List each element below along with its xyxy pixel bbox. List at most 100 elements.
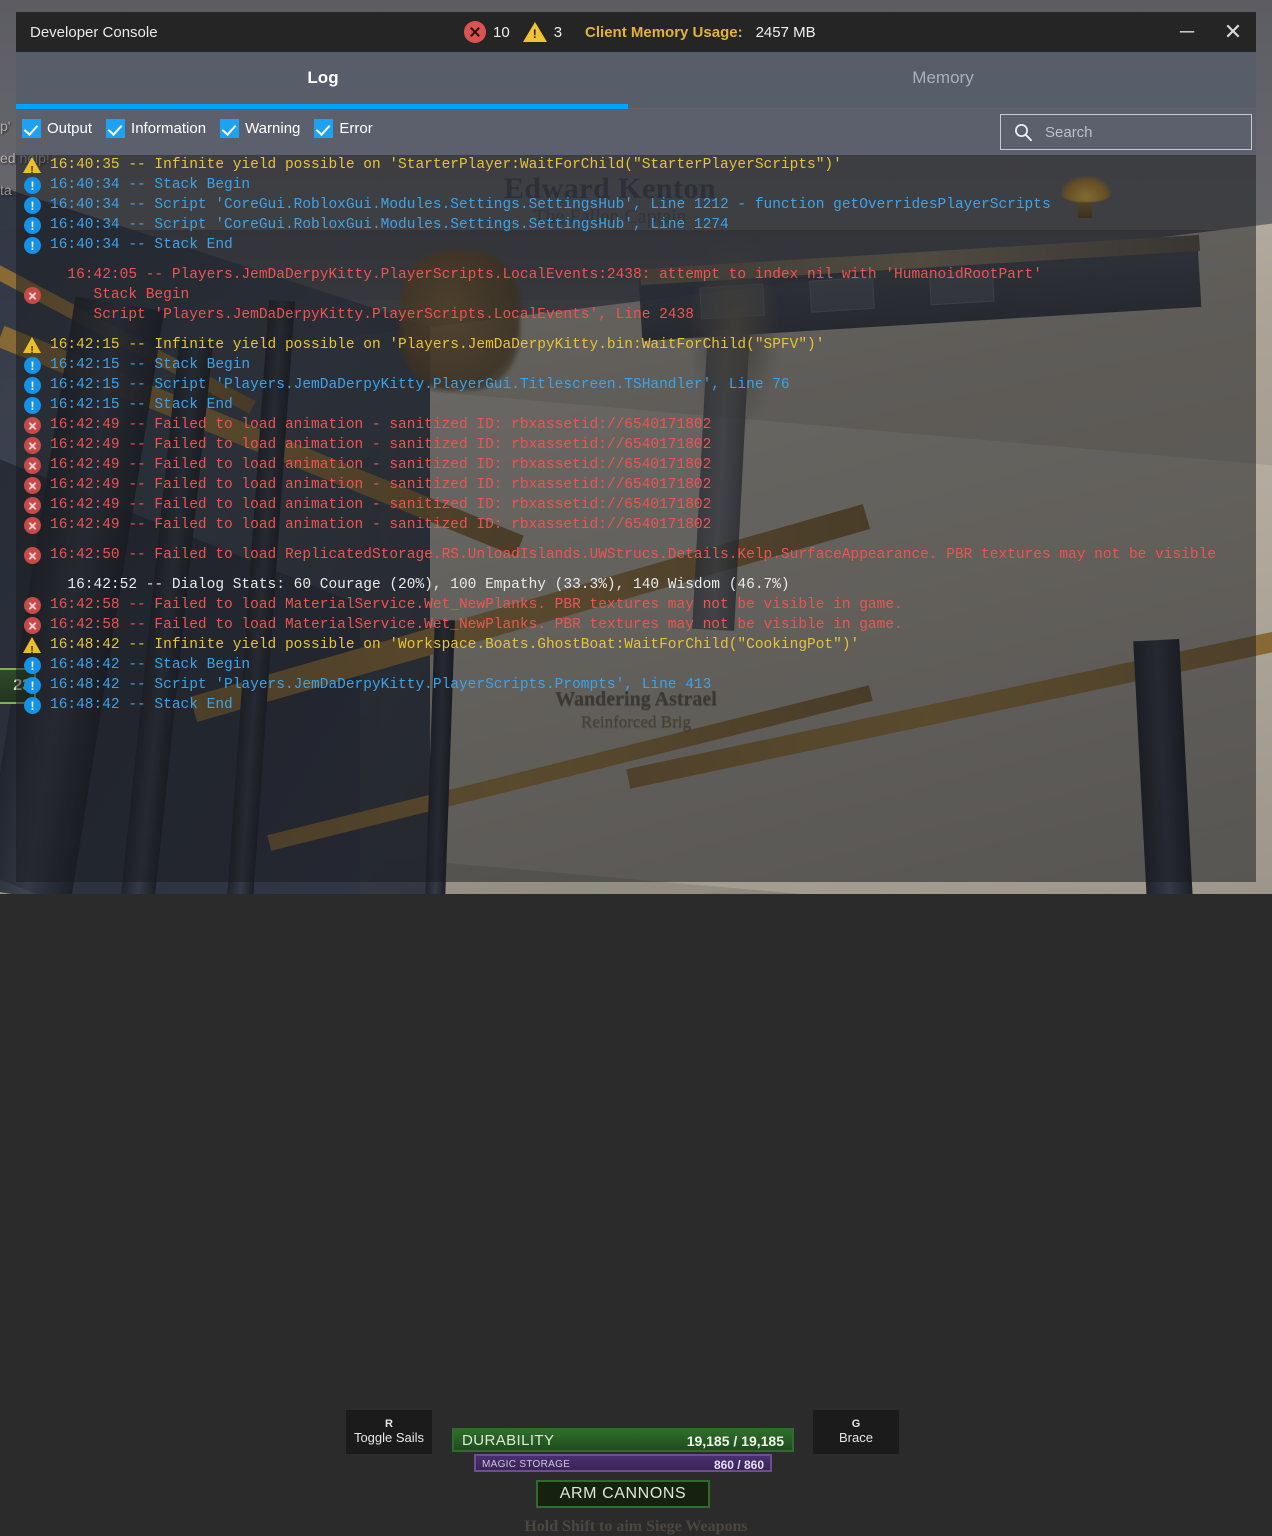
log-entry-error[interactable]: 16:42:58 -- Failed to load MaterialServi… xyxy=(16,615,1256,635)
search-box[interactable]: Search xyxy=(1000,114,1252,150)
log-output-pane[interactable]: 16:40:35 -- Infinite yield possible on '… xyxy=(16,155,1256,882)
log-line-text: 16:42:49 -- Failed to load animation - s… xyxy=(50,517,712,533)
log-line-text: 16:40:34 -- Script 'CoreGui.RobloxGui.Mo… xyxy=(50,197,1051,213)
log-line-text: 16:40:34 -- Script 'CoreGui.RobloxGui.Mo… xyxy=(50,217,729,233)
log-entry-info[interactable]: 16:40:34 -- Stack Begin xyxy=(16,175,1256,196)
log-entry-info[interactable]: 16:42:15 -- Stack End xyxy=(16,395,1256,416)
info-icon xyxy=(24,376,41,396)
log-filter-checkboxes: Output Information Warning Error xyxy=(22,119,387,138)
error-icon xyxy=(24,457,41,474)
console-tab-bar: Log Memory xyxy=(16,52,1256,108)
log-entry-info[interactable]: 16:42:15 -- Stack Begin xyxy=(16,355,1256,376)
error-icon xyxy=(24,547,41,564)
error-count: 10 xyxy=(493,23,510,41)
log-entry-error[interactable]: 16:42:49 -- Failed to load animation - s… xyxy=(16,475,1256,495)
search-icon xyxy=(1001,122,1045,142)
log-entry-info[interactable]: 16:40:34 -- Stack End xyxy=(16,235,1256,256)
checkbox-icon[interactable] xyxy=(220,119,240,138)
filter-information[interactable]: Information xyxy=(106,119,206,138)
filter-error[interactable]: Error xyxy=(314,119,373,138)
checkbox-icon[interactable] xyxy=(22,119,41,138)
key-hint-key: G xyxy=(851,1418,861,1430)
arm-cannons-button[interactable]: ARM CANNONS xyxy=(536,1480,710,1508)
close-button[interactable]: ✕ xyxy=(1210,12,1256,52)
log-line-text: 16:42:49 -- Failed to load animation - s… xyxy=(50,497,712,513)
log-entry-error[interactable]: 16:42:49 -- Failed to load animation - s… xyxy=(16,515,1256,535)
log-line-text: 16:42:58 -- Failed to load MaterialServi… xyxy=(50,597,903,613)
log-spacer xyxy=(16,255,1256,265)
log-entry-out[interactable]: 16:42:52 -- Dialog Stats: 60 Courage (20… xyxy=(16,575,1256,595)
log-line-text: 16:48:42 -- Stack End xyxy=(50,697,233,713)
log-line-text: 16:42:49 -- Failed to load animation - s… xyxy=(50,437,712,453)
filter-warning-label: Warning xyxy=(245,120,301,137)
log-line-text: 16:42:49 -- Failed to load animation - s… xyxy=(50,477,712,493)
log-entry-info[interactable]: 16:40:34 -- Script 'CoreGui.RobloxGui.Mo… xyxy=(16,215,1256,236)
log-entry-info[interactable]: 16:48:42 -- Script 'Players.JemDaDerpyKi… xyxy=(16,675,1256,696)
log-entry-error[interactable]: 16:42:58 -- Failed to load MaterialServi… xyxy=(16,595,1256,615)
filter-error-label: Error xyxy=(339,120,373,137)
log-entry-error[interactable]: 16:42:49 -- Failed to load animation - s… xyxy=(16,455,1256,475)
info-icon xyxy=(24,196,41,216)
info-icon xyxy=(24,656,41,676)
filter-warning[interactable]: Warning xyxy=(220,119,300,138)
log-line: Stack Begin xyxy=(50,287,190,303)
log-line-text: 16:42:15 -- Script 'Players.JemDaDerpyKi… xyxy=(50,377,790,393)
error-icon xyxy=(24,437,41,454)
magic-storage-value: 860 / 860 xyxy=(713,1458,764,1472)
memory-usage-label: Client Memory Usage: xyxy=(585,23,743,41)
log-entry-warn[interactable]: 16:40:35 -- Infinite yield possible on '… xyxy=(16,155,1256,181)
log-line-text: 16:40:34 -- Stack End xyxy=(50,237,233,253)
durability-bar: DURABILITY 19,185 / 19,185 xyxy=(452,1428,794,1452)
warning-count: 3 xyxy=(553,23,563,41)
info-icon xyxy=(24,176,41,196)
magic-storage-bar: MAGIC STORAGE 860 / 860 xyxy=(474,1454,772,1472)
developer-console-window: Developer Console 10 3 Client Memory Usa… xyxy=(16,12,1256,882)
warning-count-icon xyxy=(522,22,547,42)
log-entry-error[interactable]: 16:42:49 -- Failed to load animation - s… xyxy=(16,435,1256,455)
tab-memory[interactable]: Memory xyxy=(630,52,1256,104)
log-entry-warn[interactable]: 16:42:15 -- Infinite yield possible on '… xyxy=(16,335,1256,361)
log-line-text: 16:48:42 -- Stack Begin xyxy=(50,657,251,673)
log-line-text: 16:48:42 -- Infinite yield possible on '… xyxy=(50,637,860,653)
console-title-bar: Developer Console 10 3 Client Memory Usa… xyxy=(16,12,1256,52)
search-input[interactable]: Search xyxy=(1045,124,1093,141)
error-icon xyxy=(24,497,41,514)
key-hint-toggle-sails[interactable]: R Toggle Sails xyxy=(346,1410,432,1454)
key-hint-brace[interactable]: G Brace xyxy=(813,1410,899,1454)
log-spacer xyxy=(16,325,1256,335)
filter-output[interactable]: Output xyxy=(22,119,92,138)
checkbox-icon[interactable] xyxy=(106,119,126,138)
error-icon xyxy=(24,597,41,614)
info-icon xyxy=(24,396,41,416)
log-entry-warn[interactable]: 16:48:42 -- Infinite yield possible on '… xyxy=(16,635,1256,661)
info-icon xyxy=(24,676,41,696)
checkbox-icon[interactable] xyxy=(314,119,334,138)
key-hint-key: R xyxy=(385,1418,393,1430)
info-icon xyxy=(24,696,41,716)
log-entry-info[interactable]: 16:40:34 -- Script 'CoreGui.RobloxGui.Mo… xyxy=(16,195,1256,216)
log-entry-info[interactable]: 16:48:42 -- Stack End xyxy=(16,695,1256,716)
log-line: Script 'Players.JemDaDerpyKitty.PlayerSc… xyxy=(50,307,694,323)
key-hint-label: Brace xyxy=(839,1430,873,1445)
error-icon xyxy=(24,617,41,634)
window-buttons: ─ ✕ xyxy=(1164,12,1256,52)
warning-icon xyxy=(23,637,41,661)
log-line-text: 16:42:49 -- Failed to load animation - s… xyxy=(50,457,712,473)
log-entry-error[interactable]: 16:42:50 -- Failed to load ReplicatedSto… xyxy=(16,545,1256,565)
log-line-text: 16:42:52 -- Dialog Stats: 60 Courage (20… xyxy=(50,577,790,593)
minimize-button[interactable]: ─ xyxy=(1164,12,1210,52)
log-entry-error-group[interactable]: 16:42:05 -- Players.JemDaDerpyKitty.Play… xyxy=(16,265,1256,325)
error-icon xyxy=(24,477,41,494)
tab-log[interactable]: Log xyxy=(16,52,630,104)
log-entry-error[interactable]: 16:42:49 -- Failed to load animation - s… xyxy=(16,495,1256,515)
log-line-text: 16:42:49 -- Failed to load animation - s… xyxy=(50,417,712,433)
log-spacer xyxy=(16,565,1256,575)
console-status-group: 10 3 Client Memory Usage: 2457 MB xyxy=(464,12,816,52)
log-entry-error[interactable]: 16:42:49 -- Failed to load animation - s… xyxy=(16,415,1256,435)
log-line-text: 16:48:42 -- Script 'Players.JemDaDerpyKi… xyxy=(50,677,712,693)
log-entry-info[interactable]: 16:42:15 -- Script 'Players.JemDaDerpyKi… xyxy=(16,375,1256,396)
log-line-text: 16:42:15 -- Stack End xyxy=(50,397,233,413)
error-icon xyxy=(24,417,41,434)
info-icon xyxy=(24,216,41,236)
log-entry-info[interactable]: 16:48:42 -- Stack Begin xyxy=(16,655,1256,676)
